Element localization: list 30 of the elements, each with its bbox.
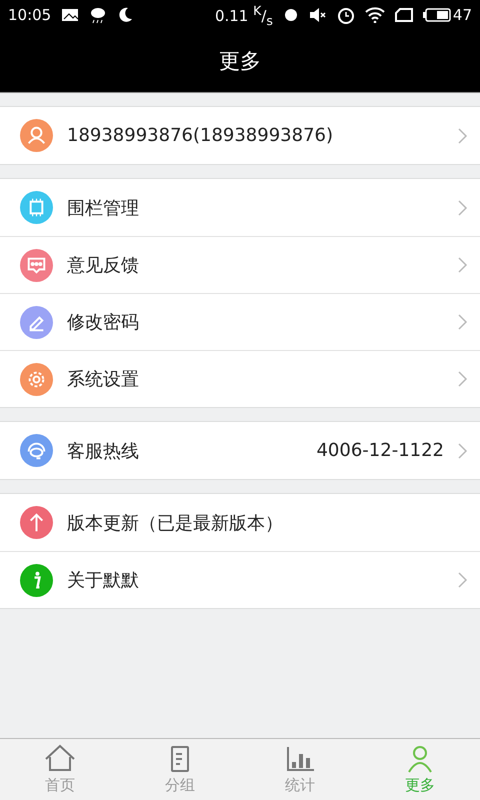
row-label: 修改密码	[67, 311, 140, 334]
menu-row[interactable]: 关于默默	[0, 551, 480, 608]
menu-row[interactable]: 版本更新（已是最新版本）	[0, 494, 480, 551]
menu-row[interactable]: 修改密码	[0, 293, 480, 350]
home-icon	[43, 744, 77, 774]
moon-icon	[117, 7, 134, 23]
image-icon	[61, 8, 80, 22]
menu-row[interactable]: 客服热线 4006-12-1122	[0, 422, 480, 479]
menu-row[interactable]: 18938993876(18938993876)	[0, 107, 480, 164]
row-label: 版本更新（已是最新版本）	[67, 512, 284, 534]
row-label: 18938993876(18938993876)	[67, 125, 334, 146]
menu-row[interactable]: 围栏管理	[0, 179, 480, 236]
menu-row[interactable]: 意见反馈	[0, 236, 480, 293]
mute-icon	[308, 7, 327, 23]
row-label: 围栏管理	[67, 196, 140, 220]
row-label: 意见反馈	[67, 254, 140, 277]
wifi-icon	[364, 7, 385, 23]
alarm-icon	[336, 6, 355, 24]
row-label: 客服热线	[67, 440, 140, 462]
row-label: 关于默默	[67, 569, 140, 592]
network-speed: 0.11 $^{K}$/$_{s}$	[214, 2, 273, 28]
row-value: 4006-12-1122	[316, 440, 444, 461]
rain-cloud-icon	[89, 6, 108, 24]
menu-row[interactable]: 系统设置	[0, 350, 480, 407]
row-label: 系统设置	[67, 368, 140, 391]
page-title: 更多	[219, 48, 261, 75]
sim-card-icon	[394, 7, 413, 23]
battery-icon	[422, 8, 451, 22]
clock-time: 10:05	[8, 6, 52, 24]
battery-level: 47	[452, 6, 472, 24]
